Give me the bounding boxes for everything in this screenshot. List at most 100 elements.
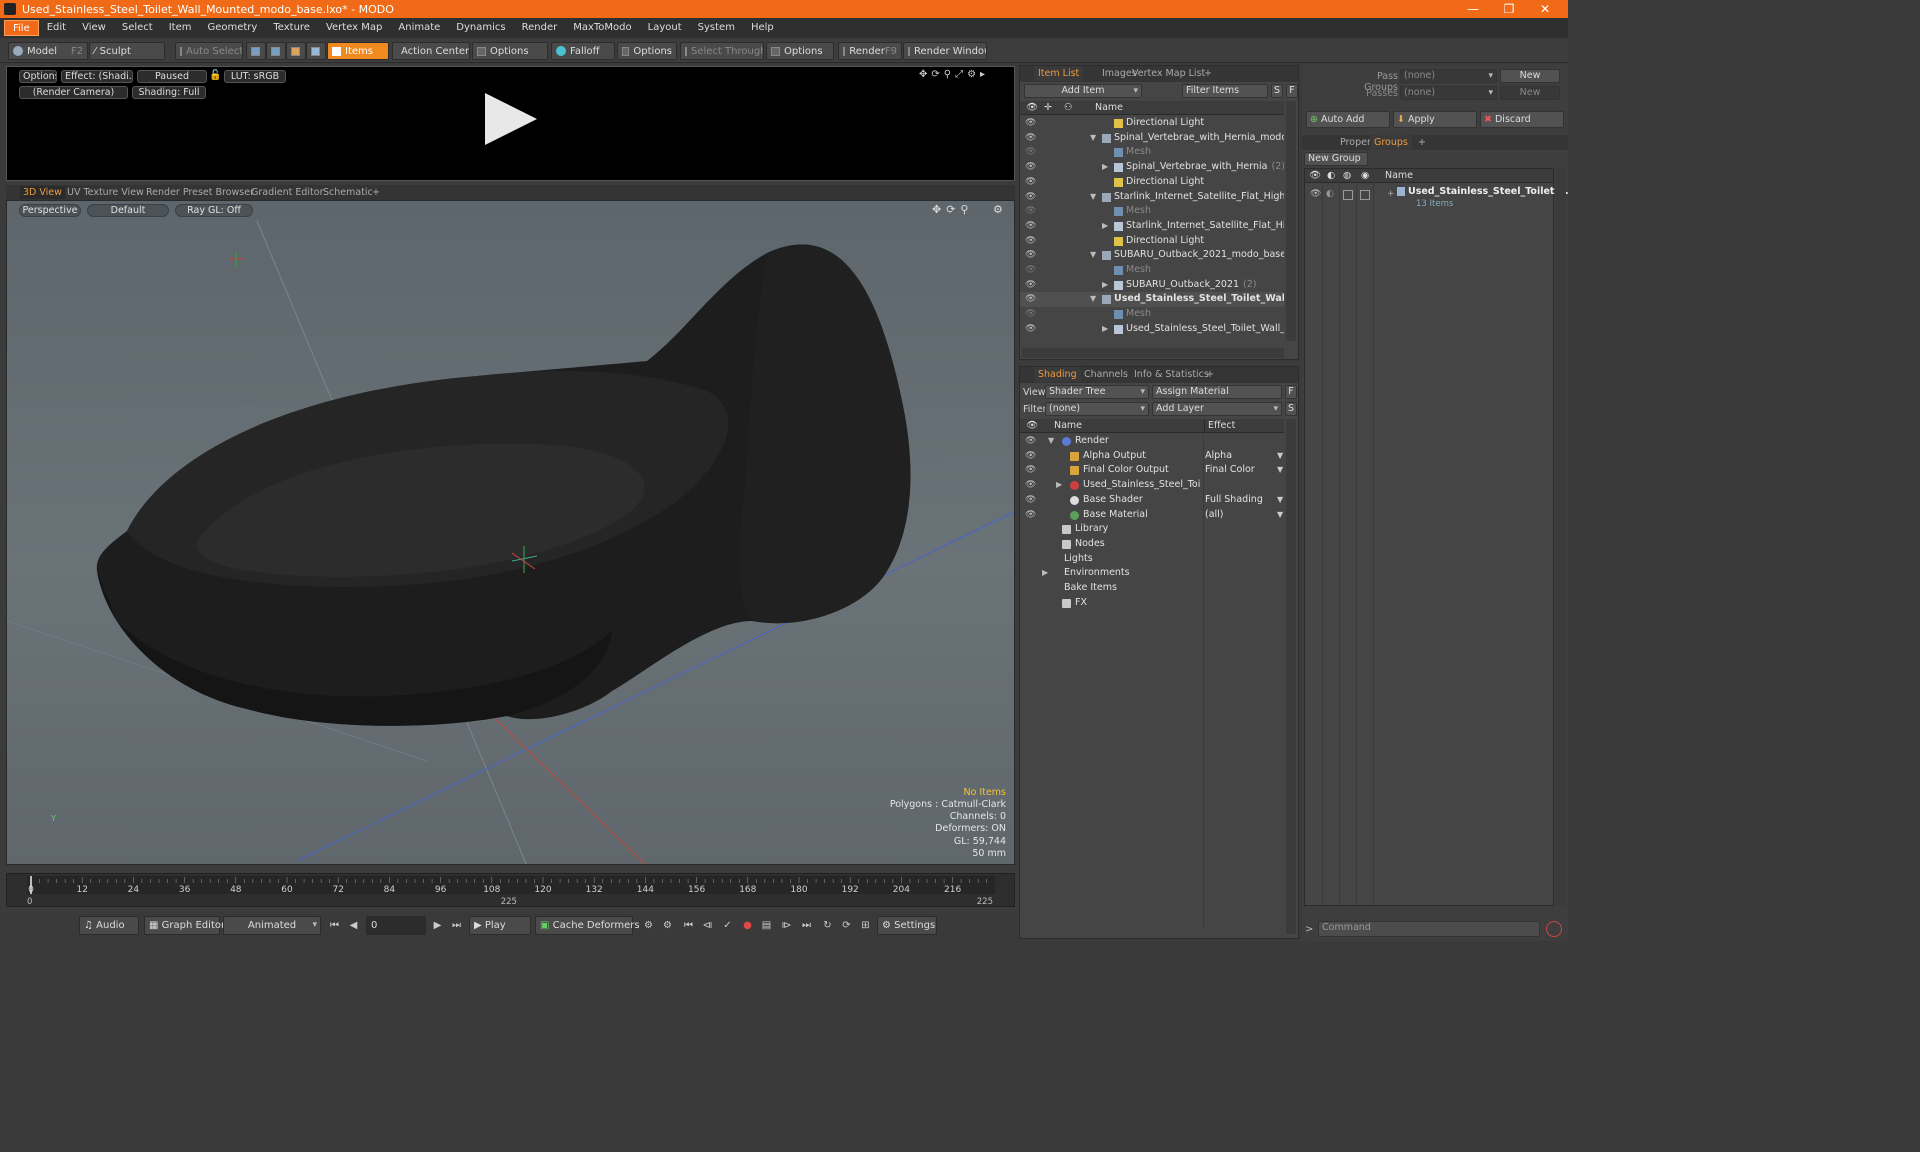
vertex-select-button[interactable] [246, 42, 266, 60]
visibility-eye-icon[interactable]: 👁 [1025, 463, 1036, 478]
shading-tab-channels[interactable]: Channels [1080, 367, 1132, 382]
menu-dynamics[interactable]: Dynamics [448, 20, 513, 36]
filter-dropdown[interactable]: (none) [1045, 402, 1149, 416]
record-icon[interactable]: ● [740, 918, 755, 933]
add-item-dropdown[interactable]: Add Item [1024, 84, 1142, 98]
raygl-dropdown[interactable]: Ray GL: Off [175, 204, 253, 217]
collapse-arrow-icon[interactable]: ▼ [1090, 190, 1096, 205]
shader-tree-row[interactable]: 👁 Final Color Output Final Color ▼ [1020, 463, 1284, 478]
visibility-eye-icon[interactable]: 👁 [1025, 190, 1036, 205]
group-select-checkbox[interactable] [1360, 190, 1370, 200]
render-window-button[interactable]: Render Window [903, 42, 987, 60]
close-icon[interactable]: ✕ [1522, 0, 1568, 18]
expand-arrow-icon[interactable]: ▶ [1102, 322, 1108, 337]
cache-deformers-button[interactable]: ▣ Cache Deformers [535, 916, 640, 935]
group-row[interactable]: 👁 ◐ + Used_Stainless_Steel_Toilet ... 13… [1305, 184, 1568, 214]
chevron-down-icon[interactable]: ▼ [1277, 508, 1283, 523]
visibility-eye-icon[interactable]: 👁 [1025, 478, 1036, 493]
material-select-button[interactable] [306, 42, 326, 60]
last-frame-icon[interactable]: ⏭ [449, 918, 464, 933]
loop-icon[interactable]: ↻ [820, 918, 835, 933]
shading-scrollbar[interactable] [1286, 419, 1296, 934]
pass-groups-dropdown[interactable]: (none) [1400, 69, 1497, 83]
visibility-eye-icon[interactable]: 👁 [1025, 508, 1036, 523]
group-visibility-icon[interactable]: 👁 [1310, 189, 1321, 199]
add-layer-dropdown[interactable]: Add Layer [1152, 402, 1282, 416]
menu-select[interactable]: Select [114, 20, 161, 36]
chevron-down-icon[interactable]: ▼ [1277, 493, 1283, 508]
shader-tree-row[interactable]: 👁 ▶ Used_Stainless_Steel_Toile... [1020, 478, 1284, 493]
expand-arrow-icon[interactable]: ▶ [1102, 278, 1108, 293]
expand-arrow-icon[interactable]: ▶ [1102, 219, 1108, 234]
visibility-eye-icon[interactable]: 👁 [1025, 263, 1036, 278]
expand-arrow-icon[interactable]: ▶ [1102, 160, 1108, 175]
item-list-row[interactable]: 👁 Directional Light [1020, 116, 1284, 131]
collapse-arrow-icon[interactable]: ▼ [1048, 434, 1054, 449]
item-list-row[interactable]: 👁 ▶ Used_Stainless_Steel_Toilet_Wall_Mo ..… [1020, 322, 1284, 337]
visibility-eye-icon[interactable]: 👁 [1025, 219, 1036, 234]
play-button[interactable]: ▶ Play [469, 916, 531, 935]
auto-select-button[interactable]: Auto Select [175, 42, 243, 60]
first-frame-icon[interactable]: ⏮ [327, 918, 342, 933]
lock-icon[interactable]: 🔓 [209, 70, 221, 81]
viewport-settings-icon[interactable]: ⚙ [993, 203, 1003, 216]
itemlist-tab-vertex-map-list[interactable]: Vertex Map List [1128, 66, 1209, 81]
menu-edit[interactable]: Edit [39, 20, 74, 36]
menu-animate[interactable]: Animate [390, 20, 448, 36]
menu-geometry[interactable]: Geometry [199, 20, 265, 36]
falloff-options-button[interactable]: Options [617, 42, 677, 60]
auto-add-button[interactable]: ⊕ Auto Add [1306, 111, 1390, 128]
view-dropdown[interactable]: Shader Tree [1045, 385, 1149, 399]
viewport-nav-icons[interactable]: ✥⟳⚲ [932, 203, 974, 216]
visibility-eye-icon[interactable]: 👁 [1025, 234, 1036, 249]
effect-dropdown[interactable]: (all) [1205, 508, 1224, 523]
item-list-f-button[interactable]: F [1286, 84, 1298, 98]
visibility-eye-icon[interactable]: 👁 [1025, 278, 1036, 293]
default-style-dropdown[interactable]: Default [87, 204, 169, 217]
group-lock-checkbox[interactable] [1343, 190, 1353, 200]
auto-key-icon[interactable]: ⚙ [660, 918, 675, 933]
effect-dropdown[interactable]: Final Color [1205, 463, 1255, 478]
3d-viewport[interactable]: Y Perspective Default Ray GL: Off ✥⟳⚲ ⚙ … [6, 200, 1015, 865]
shading-tab--[interactable]: + [1202, 367, 1218, 382]
expand-arrow-icon[interactable]: ▶ [1056, 478, 1062, 493]
viewport-tab-render-preset-browser[interactable]: Render Preset Browser [143, 186, 257, 199]
model-mode-button[interactable]: Model F2 [8, 42, 88, 60]
menu-texture[interactable]: Texture [265, 20, 318, 36]
assign-material-button[interactable]: Assign Material [1152, 385, 1282, 399]
action-center-options-button[interactable]: Options [472, 42, 548, 60]
visibility-eye-icon[interactable]: 👁 [1025, 160, 1036, 175]
visibility-eye-icon[interactable]: 👁 [1025, 493, 1036, 508]
command-input[interactable]: Command [1318, 921, 1540, 937]
chevron-down-icon[interactable]: ▼ [1277, 449, 1283, 464]
audio-button[interactable]: ♫ Audio [79, 916, 139, 935]
action-center-button[interactable]: Action Center [392, 42, 470, 60]
visibility-eye-icon[interactable]: 👁 [1025, 116, 1036, 131]
collapse-arrow-icon[interactable]: ▼ [1090, 292, 1096, 307]
item-list-row[interactable]: 👁 Mesh [1020, 263, 1284, 278]
shading-f-button[interactable]: F [1285, 385, 1297, 399]
polygon-select-button[interactable] [286, 42, 306, 60]
edge-select-button[interactable] [266, 42, 286, 60]
menu-vertex-map[interactable]: Vertex Map [318, 20, 390, 36]
visibility-eye-icon[interactable]: 👁 [1025, 434, 1036, 449]
shader-tree-row[interactable]: 👁 Alpha Output Alpha ▼ [1020, 449, 1284, 464]
item-list-hscrollbar[interactable] [1022, 348, 1284, 358]
visibility-eye-icon[interactable]: 👁 [1025, 131, 1036, 146]
visibility-eye-icon[interactable]: 👁 [1025, 307, 1036, 322]
viewport-tab-3d-view[interactable]: 3D View [20, 186, 65, 199]
play-icon[interactable] [483, 91, 541, 149]
shading-tab-info-statistics[interactable]: Info & Statistics [1130, 367, 1213, 382]
visibility-eye-icon[interactable]: 👁 [1025, 292, 1036, 307]
next-key-icon[interactable]: ▶ [430, 918, 445, 933]
key-toggle-icon[interactable]: ✓ [720, 918, 735, 933]
command-history-icon[interactable] [1546, 921, 1562, 937]
item-list-row[interactable]: 👁 ▶ Spinal_Vertebrae_with_Hernia (2) [1020, 160, 1284, 175]
next-key-frame-icon[interactable]: ⏭ [799, 918, 814, 933]
item-list-scrollbar[interactable] [1286, 101, 1296, 341]
collapse-arrow-icon[interactable]: ▼ [1090, 248, 1096, 263]
prev-key-frame-icon[interactable]: ⏮ [681, 918, 696, 933]
visibility-eye-icon[interactable]: 👁 [1025, 145, 1036, 160]
refresh-icon[interactable]: ⟳ [839, 918, 854, 933]
item-list-row[interactable]: 👁 Mesh [1020, 204, 1284, 219]
